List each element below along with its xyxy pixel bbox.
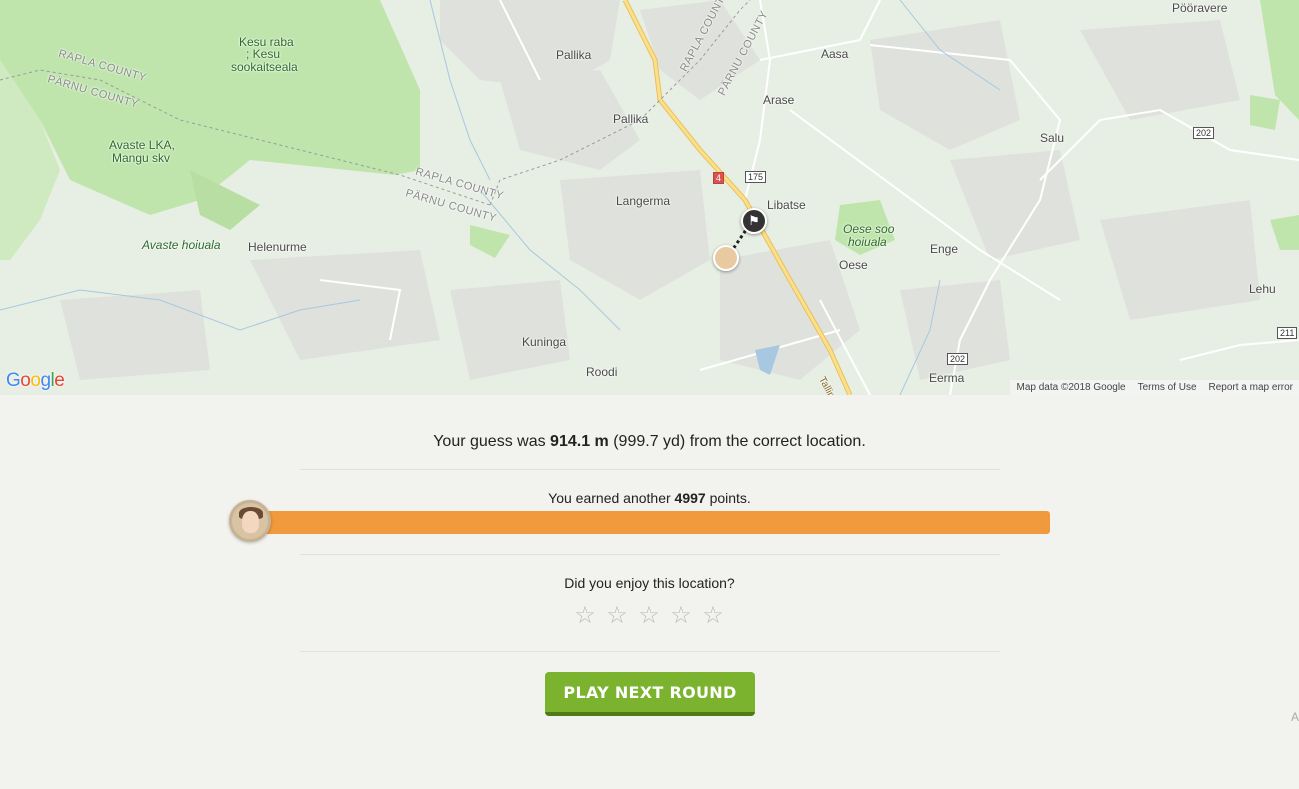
star-icon[interactable]: ☆ [604,603,630,629]
place-label: Pööravere [1172,1,1228,15]
place-label: Roodi [586,365,618,379]
points-value: 4997 [674,490,706,506]
place-label: Aasa [821,47,849,61]
points-text: You earned another 4997 points. [548,490,751,506]
place-label: Lehu [1249,282,1276,296]
star-icon[interactable]: ☆ [700,603,726,629]
enjoy-question: Did you enjoy this location? [564,575,735,591]
distance-text: Your guess was 914.1 m (999.7 yd) from t… [433,433,866,450]
play-next-round-button[interactable]: PLAY NEXT ROUND [545,672,755,716]
score-bar [250,511,1050,534]
road-shield: 202 [1193,127,1215,139]
road-shield: 175 [745,171,767,183]
score-bar-fill [250,511,1050,534]
divider [300,469,1000,470]
rating-stars[interactable]: ☆ ☆ ☆ ☆ ☆ [572,603,732,629]
map-data-credit: Map data ©2018 Google [1016,382,1126,393]
place-label: Pallika [556,48,592,62]
divider [300,651,1000,652]
place-label: Arase [763,93,795,107]
flag-icon[interactable]: ⚑ [741,208,767,234]
divider [300,554,1000,555]
place-label: Helenurme [248,240,307,254]
avatar-icon[interactable] [713,245,739,271]
road-shield: 4 [713,172,725,184]
place-label: Langerma [616,194,671,208]
road-shield: 211 [1277,327,1298,339]
place-label: Salu [1040,131,1065,145]
place-label: Enge [930,242,959,256]
place-label: Pallika [613,112,649,126]
google-logo: Google [6,370,65,391]
result-map[interactable]: Pööravere Pallika Aasa Kesu raba ; Kesu … [0,0,1299,395]
avatar-icon [229,500,271,542]
place-label: Oese [839,258,868,272]
road-shield: 202 [947,353,969,365]
place-label: hoiuala [848,235,887,249]
edge-glyph: A [1290,710,1299,724]
place-label: Libatse [767,198,806,212]
distance-value: 914.1 m [550,433,609,450]
place-label: Mangu skv [112,151,171,165]
report-error-link[interactable]: Report a map error [1209,382,1293,393]
star-icon[interactable]: ☆ [572,603,598,629]
star-icon[interactable]: ☆ [668,603,694,629]
star-icon[interactable]: ☆ [636,603,662,629]
place-label: Avaste hoiuala [142,238,221,252]
map-attribution: Map data ©2018 Google Terms of Use Repor… [1010,380,1299,395]
place-label: Eerma [929,371,965,385]
place-label: Kuninga [522,335,567,349]
terms-link[interactable]: Terms of Use [1138,382,1197,393]
place-label: sookaitseala [231,60,298,74]
